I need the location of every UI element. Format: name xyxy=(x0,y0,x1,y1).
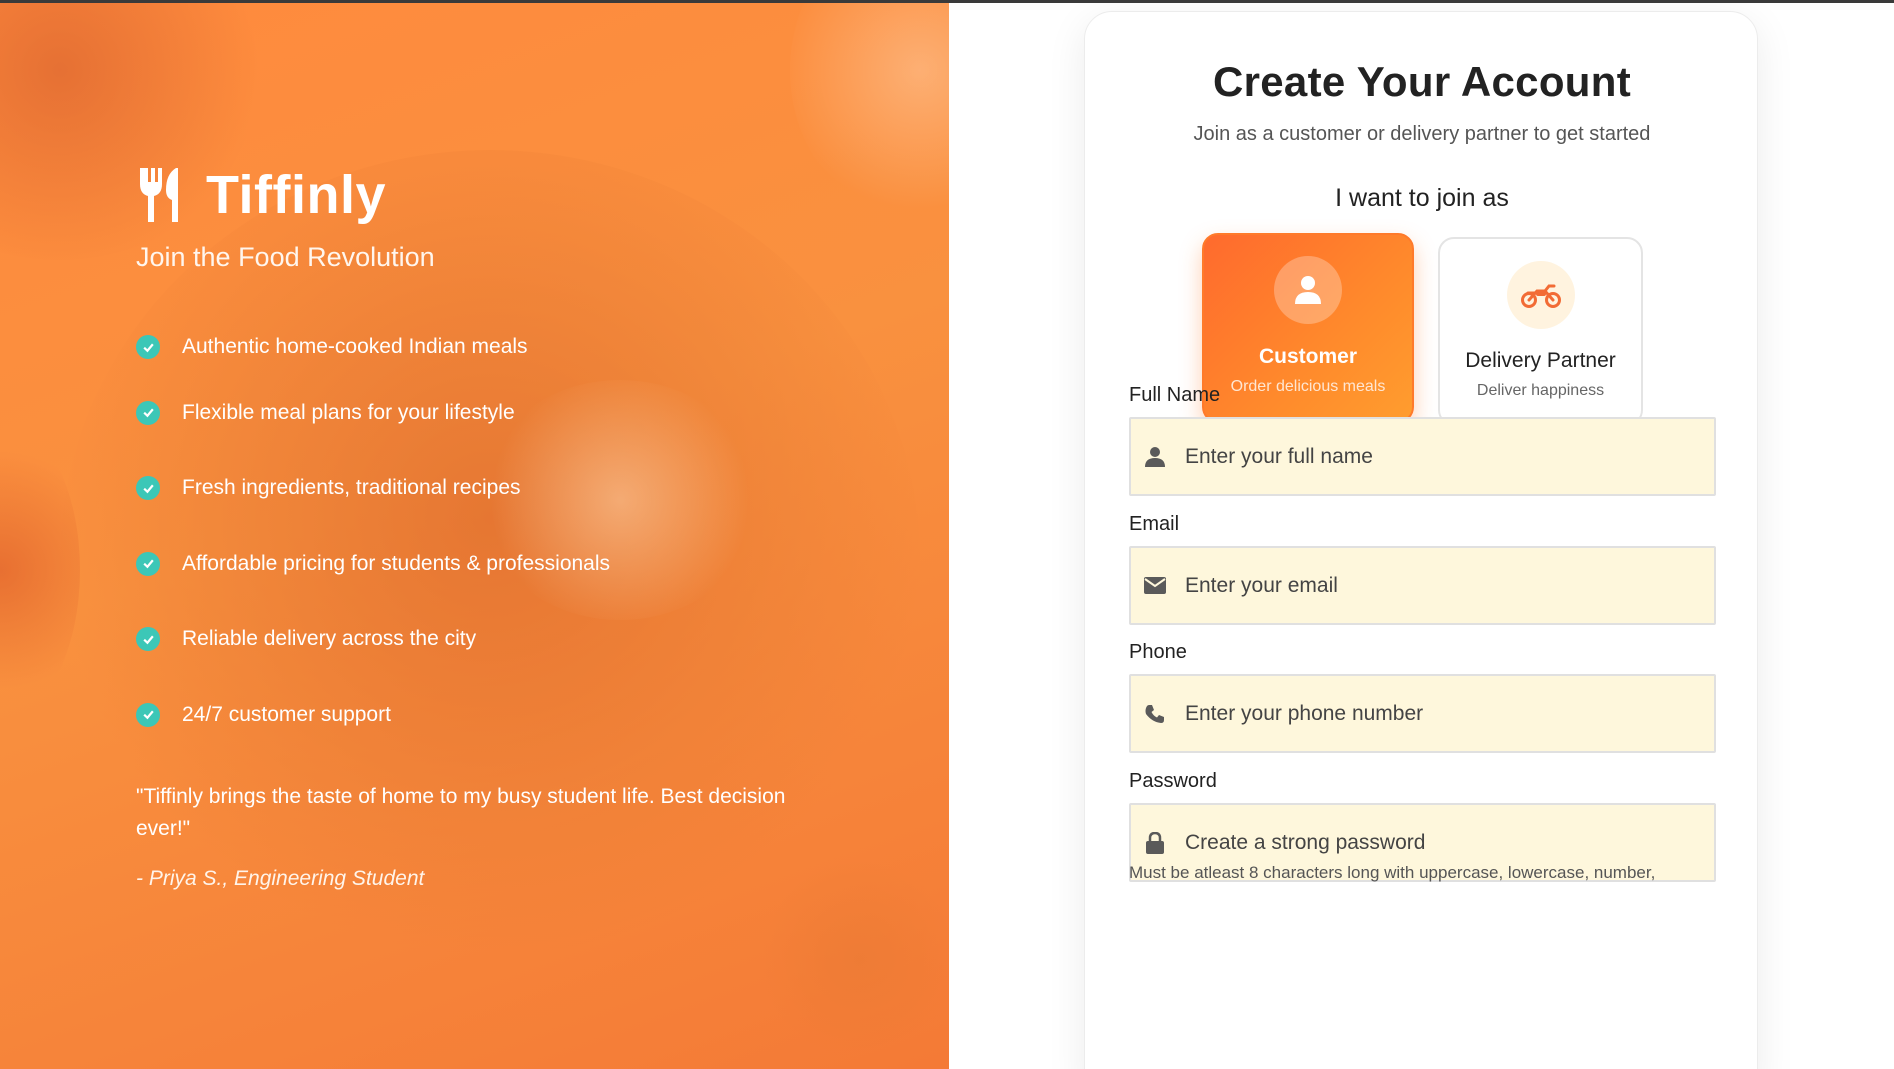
password-label: Password xyxy=(1129,770,1217,792)
signup-panel: Create Your Account Join as a customer o… xyxy=(949,0,1894,1069)
testimonial-quote: "Tiffinly brings the taste of home to my… xyxy=(136,784,786,840)
hero-panel: Tiffinly Join the Food Revolution Authen… xyxy=(0,0,949,1069)
role-option-customer[interactable]: Customer Order delicious meals xyxy=(1202,233,1414,423)
user-icon xyxy=(1274,256,1342,324)
brand-name: Tiffinly xyxy=(206,165,387,225)
password-input[interactable] xyxy=(1185,830,1705,855)
feature-text: Authentic home-cooked Indian meals xyxy=(182,335,528,358)
page-subtitle: Join as a customer or delivery partner t… xyxy=(1193,123,1651,145)
user-icon xyxy=(1143,445,1167,469)
feature-text: Fresh ingredients, traditional recipes xyxy=(182,476,521,500)
list-item: Affordable pricing for students & profes… xyxy=(136,526,896,602)
list-item: Flexible meal plans for your lifestyle xyxy=(136,375,896,451)
full-name-input[interactable] xyxy=(1185,444,1705,469)
list-item: 24/7 customer support xyxy=(136,677,896,753)
check-circle-icon xyxy=(136,400,160,425)
lock-icon xyxy=(1143,831,1167,855)
full-name-label: Full Name xyxy=(1129,384,1221,406)
password-hint: Must be atleast 8 characters long with u… xyxy=(1129,863,1656,882)
motorcycle-icon xyxy=(1506,261,1575,329)
envelope-icon xyxy=(1143,574,1167,598)
email-input[interactable] xyxy=(1185,573,1705,598)
feature-list: Authentic home-cooked Indian meals Flexi… xyxy=(136,335,896,753)
email-field[interactable] xyxy=(1129,546,1716,625)
check-circle-icon xyxy=(136,627,160,652)
phone-input[interactable] xyxy=(1185,701,1705,726)
signup-card: Create Your Account Join as a customer o… xyxy=(1084,11,1758,1069)
hero-tagline: Join the Food Revolution xyxy=(136,242,435,272)
list-item: Reliable delivery across the city xyxy=(136,602,896,678)
feature-text: Flexible meal plans for your lifestyle xyxy=(182,400,515,424)
email-label: Email xyxy=(1129,513,1180,535)
full-name-field[interactable] xyxy=(1129,417,1716,496)
role-selector-label: I want to join as xyxy=(1335,184,1509,212)
role-description: Order delicious meals xyxy=(1230,378,1386,395)
check-circle-icon xyxy=(136,551,160,576)
role-option-delivery-partner[interactable]: Delivery Partner Deliver happiness xyxy=(1438,237,1643,426)
role-title: Delivery Partner xyxy=(1465,349,1616,372)
page-title: Create Your Account xyxy=(1212,58,1631,105)
feature-text: 24/7 customer support xyxy=(182,702,391,726)
list-item: Authentic home-cooked Indian meals xyxy=(136,335,896,375)
check-circle-icon xyxy=(136,476,160,501)
feature-text: Affordable pricing for students & profes… xyxy=(182,551,611,575)
role-title: Customer xyxy=(1258,345,1358,368)
role-description: Deliver happiness xyxy=(1476,382,1605,399)
phone-field[interactable] xyxy=(1129,674,1716,753)
utensils-icon xyxy=(140,168,178,222)
check-circle-icon xyxy=(136,702,160,727)
testimonial-author: - Priya S., Engineering Student xyxy=(136,866,425,890)
feature-text: Reliable delivery across the city xyxy=(182,627,477,651)
phone-icon xyxy=(1143,702,1167,726)
check-circle-icon xyxy=(136,335,160,359)
list-item: Fresh ingredients, traditional recipes xyxy=(136,451,896,527)
brand: Tiffinly xyxy=(136,160,896,230)
hero-content: Tiffinly Join the Food Revolution Authen… xyxy=(136,160,896,891)
background-decoration xyxy=(0,420,80,720)
window-top-border xyxy=(0,0,1894,3)
phone-label: Phone xyxy=(1129,641,1187,663)
